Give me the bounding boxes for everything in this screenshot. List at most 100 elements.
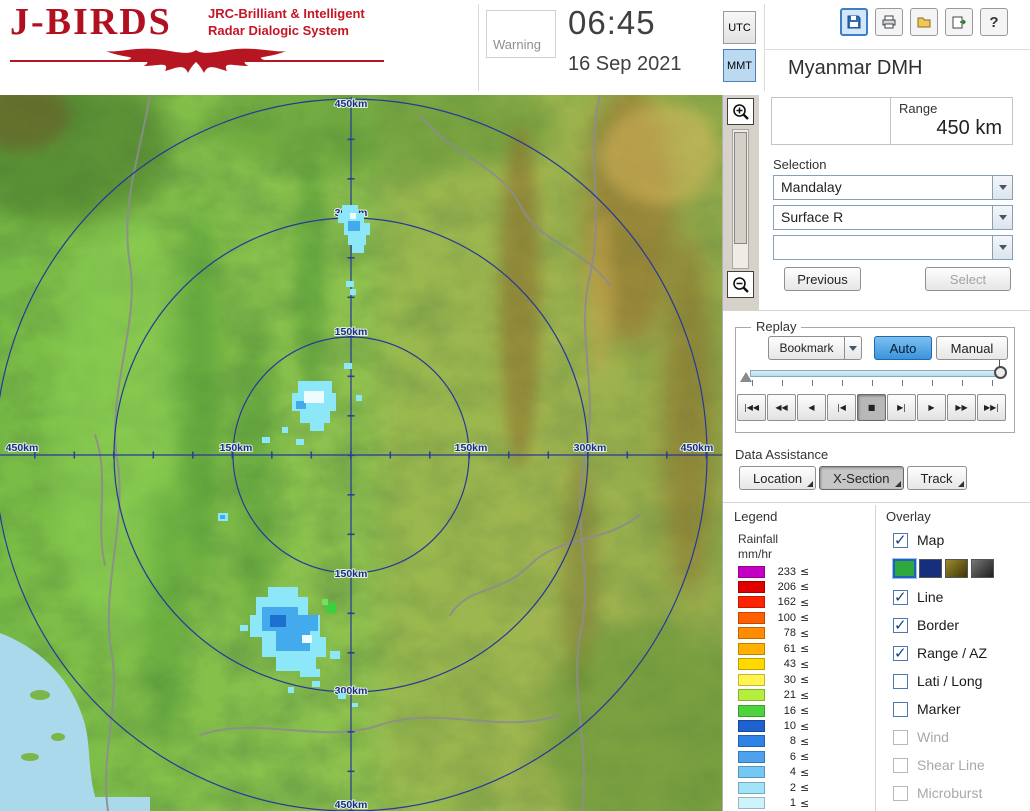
site-dropdown-value[interactable]: Mandalay: [773, 175, 993, 200]
product-dropdown[interactable]: Surface R: [773, 205, 1013, 230]
ring-label: 450km: [6, 442, 39, 454]
jump-to-start-button[interactable]: |◀◀: [737, 394, 766, 421]
product-dropdown-value[interactable]: Surface R: [773, 205, 993, 230]
legend-value: 10: [783, 720, 796, 733]
clock-time: 06:45: [568, 4, 656, 41]
map-style-green-swatch[interactable]: [892, 557, 917, 579]
radar-map-viewport[interactable]: 450km 300km 150km 150km 300km 450km 450k…: [0, 95, 722, 811]
overlay-item-label: Lati / Long: [917, 673, 983, 689]
export-button[interactable]: [945, 8, 973, 36]
overlay-item-shear-line: Shear Line: [893, 751, 1027, 779]
map-style-navy-swatch[interactable]: [919, 558, 942, 578]
mmt-toggle-button[interactable]: MMT: [723, 49, 756, 82]
stop-button[interactable]: ■: [857, 394, 886, 421]
range-label: Range: [899, 101, 938, 116]
legend-color-swatch: [738, 642, 765, 655]
option-dropdown-value[interactable]: [773, 235, 993, 260]
legend-operator: ≤: [800, 595, 810, 609]
print-button[interactable]: [875, 8, 903, 36]
floppy-disk-icon: [847, 15, 861, 29]
option-dropdown[interactable]: [773, 235, 1013, 260]
bookmark-arrow-button[interactable]: [844, 336, 862, 360]
checkbox[interactable]: [893, 785, 908, 801]
checkbox[interactable]: [893, 757, 908, 773]
checkbox[interactable]: [893, 729, 908, 745]
station-title: Myanmar DMH: [788, 57, 923, 79]
legend-value: 43: [783, 658, 796, 671]
legend-value: 233: [777, 565, 796, 578]
zoom-in-button[interactable]: [727, 98, 754, 125]
eagle-logo-icon: [10, 48, 384, 73]
legend-entry: 10 ≤: [738, 720, 809, 733]
legend-color-swatch: [738, 611, 765, 624]
legend-entry: 2 ≤: [738, 781, 809, 794]
fast-forward-button[interactable]: ▶▶: [947, 394, 976, 421]
map-vertical-scrollbar[interactable]: [732, 129, 749, 269]
header-bar: J-BIRDS JRC-Brilliant & Intelligent Rada…: [0, 0, 1030, 96]
checkbox[interactable]: [893, 531, 908, 549]
folder-icon: [917, 17, 931, 28]
legend-color-swatch: [738, 596, 765, 609]
site-dropdown[interactable]: Mandalay: [773, 175, 1013, 200]
overlay-item-range-az: Range / AZ: [893, 639, 1027, 667]
play-button[interactable]: ▶: [917, 394, 946, 421]
legend-operator: ≤: [800, 704, 810, 718]
data-assistance-buttons: Location X-Section Track: [739, 466, 967, 490]
legend-color-swatch: [738, 627, 765, 640]
map-style-gray-swatch[interactable]: [971, 558, 994, 578]
fast-rewind-button[interactable]: ◀◀: [767, 394, 796, 421]
range-display-blank: [772, 98, 890, 144]
checkbox[interactable]: [893, 588, 908, 606]
play-reverse-button[interactable]: ◀: [797, 394, 826, 421]
previous-button[interactable]: Previous: [784, 267, 861, 291]
open-folder-button[interactable]: [910, 8, 938, 36]
replay-section-label: Replay: [751, 319, 802, 334]
checkbox[interactable]: [893, 616, 908, 634]
step-forward-button[interactable]: ▶|: [887, 394, 916, 421]
header-divider: [764, 49, 1030, 50]
site-dropdown-button[interactable]: [993, 175, 1013, 200]
overlay-item-lati-long: Lati / Long: [893, 667, 1027, 695]
checkbox[interactable]: [893, 673, 908, 689]
product-dropdown-button[interactable]: [993, 205, 1013, 230]
legend-color-swatch: [738, 689, 765, 702]
magnifier-plus-icon: [732, 103, 749, 120]
timeline-position-knob[interactable]: [994, 366, 1007, 379]
x-section-button[interactable]: X-Section: [819, 466, 904, 490]
ring-label: 150km: [455, 442, 488, 454]
legend-operator: ≤: [800, 796, 810, 810]
transport-glyph: ■: [867, 403, 876, 412]
legend-entry: 100 ≤: [738, 611, 809, 624]
replay-timeline-slider[interactable]: [750, 370, 1000, 377]
manual-mode-button[interactable]: Manual: [936, 336, 1008, 360]
transport-glyph: ▶▶|: [984, 403, 999, 412]
magnifier-minus-icon: [732, 276, 749, 293]
select-button: Select: [925, 267, 1011, 291]
overlay-item-label: Marker: [917, 701, 961, 717]
location-button[interactable]: Location: [739, 466, 817, 490]
scrollbar-thumb[interactable]: [734, 132, 747, 244]
overlay-item-label: Wind: [917, 729, 949, 745]
map-style-olive-swatch[interactable]: [945, 558, 968, 578]
checkbox[interactable]: [893, 701, 908, 717]
legend-section-label: Legend: [734, 509, 778, 524]
checkbox[interactable]: [893, 644, 908, 662]
utc-toggle-button[interactable]: UTC: [723, 11, 756, 44]
legend-operator: ≤: [800, 765, 810, 779]
save-button[interactable]: [840, 8, 868, 36]
legend-unit-line1: Rainfall: [738, 532, 779, 546]
option-dropdown-button[interactable]: [993, 235, 1013, 260]
track-button[interactable]: Track: [906, 466, 967, 490]
bookmark-button[interactable]: Bookmark: [768, 336, 844, 360]
overlay-section-label: Overlay: [886, 509, 931, 524]
bookmark-dropdown-button[interactable]: Bookmark: [768, 336, 862, 360]
ring-label: 450km: [335, 799, 368, 811]
zoom-out-button[interactable]: [727, 271, 754, 298]
help-button[interactable]: ?: [980, 8, 1008, 36]
transport-glyph: ◀◀: [775, 403, 788, 412]
auto-mode-button[interactable]: Auto: [874, 336, 932, 360]
legend-operator: ≤: [800, 719, 810, 733]
jump-to-end-button[interactable]: ▶▶|: [977, 394, 1006, 421]
step-back-button[interactable]: |◀: [827, 394, 856, 421]
map-zoom-strip: [723, 95, 759, 310]
